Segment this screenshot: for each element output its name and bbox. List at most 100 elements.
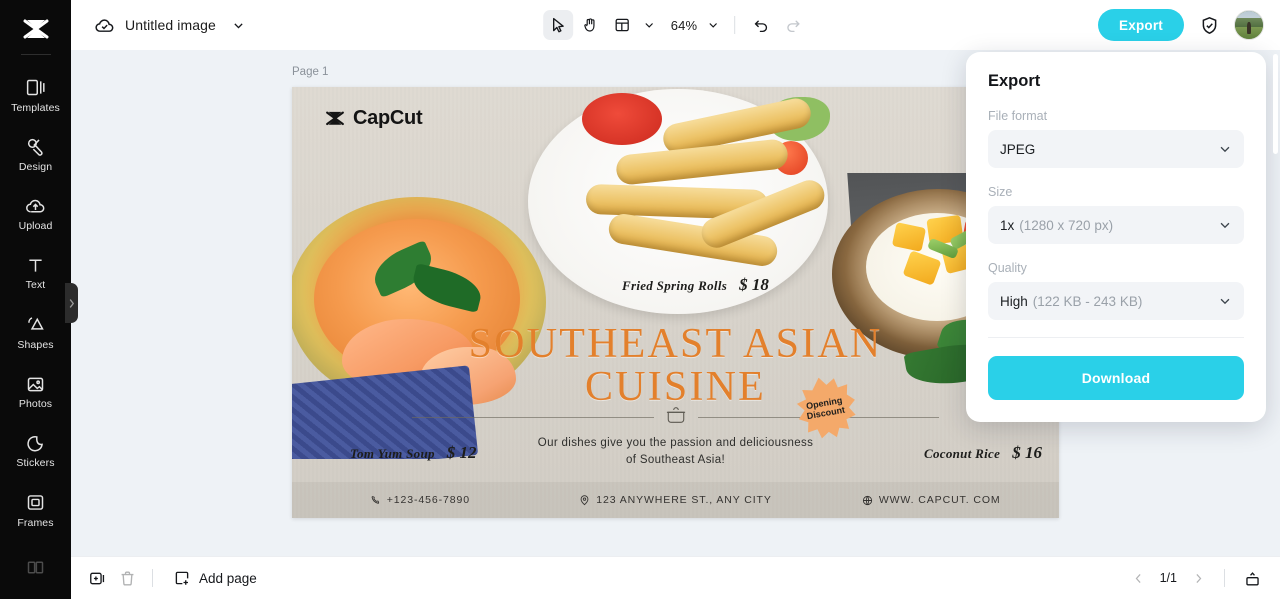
headline-line-2: CUISINE — [584, 363, 767, 410]
quality-value: High — [1000, 293, 1028, 309]
capcut-logo-icon[interactable] — [19, 14, 53, 45]
prev-page-button[interactable] — [1126, 565, 1152, 591]
sidebar-label: Templates — [11, 101, 60, 114]
footer-text: +123-456-7890 — [386, 494, 470, 506]
page-actions: Add page — [71, 564, 265, 592]
user-avatar[interactable] — [1234, 10, 1264, 40]
phone-icon — [370, 495, 381, 506]
poster-divider — [412, 405, 939, 430]
undo-button[interactable] — [746, 10, 776, 40]
layout-chevron-down-icon[interactable] — [639, 11, 659, 39]
delete-page-button[interactable] — [113, 564, 141, 592]
zoom-chevron-down-icon[interactable] — [703, 11, 723, 39]
capcut-mark-icon — [326, 111, 344, 125]
tagline-line-2: of Southeast Asia! — [625, 453, 725, 466]
sidebar-label: Text — [25, 279, 46, 292]
sidebar-item-photos[interactable]: Photos — [0, 362, 71, 421]
export-panel-title: Export — [988, 72, 1041, 90]
design-canvas[interactable]: CapCut Fried Spring Rolls $ 18 Tom Yum S… — [292, 87, 1059, 518]
chevron-down-icon — [1218, 142, 1232, 156]
frames-icon — [25, 492, 47, 514]
poster-capcut-logo: CapCut — [324, 107, 423, 130]
page-counter: 1/1 — [1159, 571, 1177, 585]
toolbar-tools: 64% — [542, 10, 809, 40]
toolbar-actions: Export — [1098, 9, 1264, 41]
layout-tool-button[interactable] — [607, 10, 637, 40]
spring-rolls-photo — [522, 87, 842, 333]
expand-panel-button[interactable] — [1238, 564, 1266, 592]
menu-item-spring-rolls: Fried Spring Rolls $ 18 — [622, 275, 769, 295]
shield-check-icon[interactable] — [1198, 14, 1220, 36]
footer-text: 123 ANYWHERE ST., ANY CITY — [596, 494, 772, 506]
sidebar-item-design[interactable]: Design — [0, 124, 71, 183]
bottom-divider — [152, 569, 153, 587]
sidebar-label: Frames — [17, 516, 54, 529]
shapes-icon — [25, 314, 47, 336]
poster-footer: +123-456-7890 123 ANYWHERE ST., ANY CITY… — [292, 482, 1059, 518]
file-format-value: JPEG — [1000, 141, 1036, 157]
cooking-pot-icon — [664, 405, 688, 430]
size-detail: (1280 x 720 px) — [1019, 217, 1114, 233]
quality-detail: (122 KB - 243 KB) — [1032, 293, 1143, 309]
download-button[interactable]: Download — [988, 356, 1244, 400]
sidebar-label: Shapes — [17, 338, 54, 351]
hand-tool-button[interactable] — [575, 10, 605, 40]
sidebar-collapse-handle[interactable] — [65, 283, 78, 323]
sidebar-label: Design — [18, 160, 53, 173]
quality-select[interactable]: High (122 KB - 243 KB) — [988, 282, 1244, 320]
file-format-label: File format — [988, 109, 1048, 123]
sidebar-item-stickers[interactable]: Stickers — [0, 421, 71, 480]
sidebar-item-layouts[interactable] — [0, 540, 71, 599]
add-page-label: Add page — [199, 570, 257, 586]
toolbar-divider — [734, 16, 736, 34]
menu-item-name: Fried Spring Rolls — [622, 278, 728, 293]
export-button[interactable]: Export — [1098, 9, 1184, 41]
add-page-icon — [172, 569, 191, 588]
zoom-level[interactable]: 64% — [661, 18, 702, 33]
headline-line-1: SOUTHEAST ASIAN — [468, 321, 883, 367]
stickers-icon — [25, 432, 47, 454]
sidebar-item-upload[interactable]: Upload — [0, 184, 71, 243]
sidebar-item-text[interactable]: Text — [0, 243, 71, 302]
templates-icon — [25, 77, 47, 99]
poster-headline: SOUTHEAST ASIAN CUISINE — [292, 323, 1059, 409]
add-page-button[interactable]: Add page — [164, 569, 265, 588]
chevron-down-icon[interactable] — [230, 16, 248, 34]
redo-button[interactable] — [778, 10, 808, 40]
sidebar-item-frames[interactable]: Frames — [0, 480, 71, 539]
bottom-right-divider — [1224, 569, 1225, 587]
next-page-button[interactable] — [1185, 565, 1211, 591]
page-scrollbar[interactable] — [1273, 54, 1278, 154]
location-icon — [579, 494, 590, 506]
sidebar-label: Upload — [18, 220, 53, 233]
export-panel-divider — [988, 337, 1244, 338]
footer-text: WWW. CAPCUT. COM — [878, 494, 1001, 506]
document-title[interactable]: Untitled image — [125, 17, 216, 33]
menu-item-price: $ 18 — [739, 275, 769, 294]
export-panel: Export File format JPEG Size 1x (1280 x … — [966, 52, 1266, 422]
design-icon — [25, 136, 47, 158]
chevron-down-icon — [1218, 294, 1232, 308]
quality-label: Quality — [988, 261, 1027, 275]
select-tool-button[interactable] — [542, 10, 573, 40]
avatar-person — [1247, 22, 1251, 34]
file-format-select[interactable]: JPEG — [988, 130, 1244, 168]
poster-brand-name: CapCut — [353, 107, 423, 129]
poster-background: CapCut Fried Spring Rolls $ 18 Tom Yum S… — [292, 87, 1059, 518]
cloud-check-icon[interactable] — [93, 14, 115, 36]
capcut-editor-window: Templates Design Upload Text Shapes Phot… — [0, 0, 1280, 599]
sidebar-label: Photos — [18, 398, 53, 411]
badge-text: Opening Discount — [801, 394, 850, 422]
globe-icon — [862, 495, 873, 506]
upload-icon — [25, 195, 47, 217]
duplicate-page-button[interactable] — [83, 564, 111, 592]
document-title-group: Untitled image — [71, 14, 248, 36]
size-value: 1x — [1000, 217, 1015, 233]
footer-phone: +123-456-7890 — [292, 494, 548, 506]
size-select[interactable]: 1x (1280 x 720 px) — [988, 206, 1244, 244]
left-sidebar: Templates Design Upload Text Shapes Phot… — [0, 0, 71, 599]
sidebar-item-shapes[interactable]: Shapes — [0, 302, 71, 361]
top-toolbar: Untitled image 64% Export — [71, 0, 1280, 50]
sidebar-item-templates[interactable]: Templates — [0, 65, 71, 124]
footer-address: 123 ANYWHERE ST., ANY CITY — [548, 494, 804, 506]
